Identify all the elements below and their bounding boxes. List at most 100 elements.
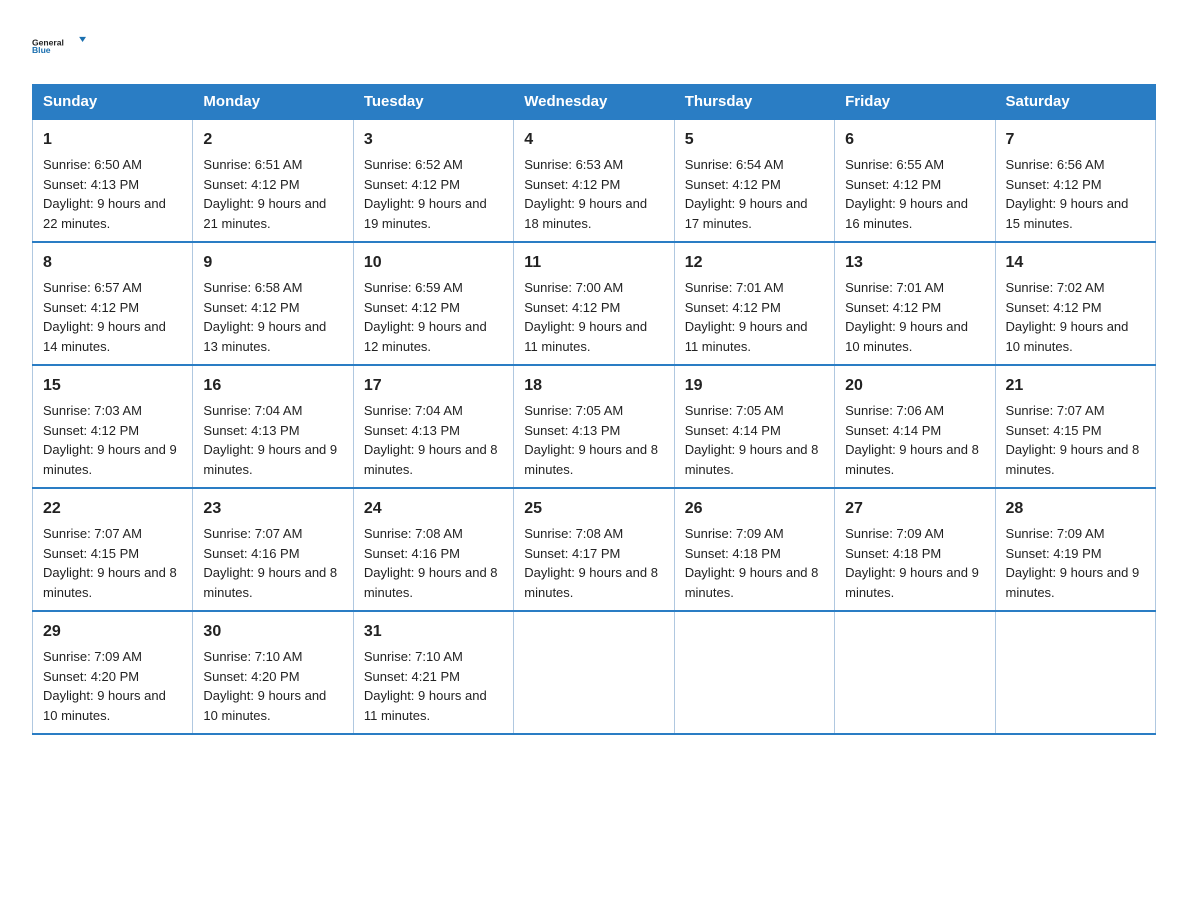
day-info: Sunrise: 7:05 AMSunset: 4:14 PMDaylight:… [685,403,819,477]
day-number: 30 [203,620,342,644]
day-number: 13 [845,251,984,275]
calendar-day-cell [835,611,995,734]
day-number: 14 [1006,251,1145,275]
day-info: Sunrise: 7:05 AMSunset: 4:13 PMDaylight:… [524,403,658,477]
calendar-day-cell: 12 Sunrise: 7:01 AMSunset: 4:12 PMDaylig… [674,242,834,365]
day-info: Sunrise: 7:09 AMSunset: 4:18 PMDaylight:… [845,526,979,600]
weekday-header-thursday: Thursday [674,85,834,120]
day-number: 4 [524,128,663,152]
weekday-header-sunday: Sunday [33,85,193,120]
calendar-day-cell [995,611,1155,734]
calendar-day-cell [674,611,834,734]
day-info: Sunrise: 7:09 AMSunset: 4:20 PMDaylight:… [43,649,166,723]
day-number: 1 [43,128,182,152]
day-number: 23 [203,497,342,521]
day-number: 5 [685,128,824,152]
day-number: 12 [685,251,824,275]
day-number: 11 [524,251,663,275]
day-number: 7 [1006,128,1145,152]
calendar-day-cell: 17 Sunrise: 7:04 AMSunset: 4:13 PMDaylig… [353,365,513,488]
calendar-header: SundayMondayTuesdayWednesdayThursdayFrid… [33,85,1156,120]
day-info: Sunrise: 7:10 AMSunset: 4:21 PMDaylight:… [364,649,487,723]
weekday-header-friday: Friday [835,85,995,120]
day-number: 29 [43,620,182,644]
day-number: 21 [1006,374,1145,398]
calendar-day-cell: 30 Sunrise: 7:10 AMSunset: 4:20 PMDaylig… [193,611,353,734]
calendar-day-cell: 23 Sunrise: 7:07 AMSunset: 4:16 PMDaylig… [193,488,353,611]
calendar-day-cell: 31 Sunrise: 7:10 AMSunset: 4:21 PMDaylig… [353,611,513,734]
calendar-day-cell: 8 Sunrise: 6:57 AMSunset: 4:12 PMDayligh… [33,242,193,365]
day-info: Sunrise: 7:08 AMSunset: 4:17 PMDaylight:… [524,526,658,600]
calendar-day-cell: 3 Sunrise: 6:52 AMSunset: 4:12 PMDayligh… [353,119,513,242]
day-info: Sunrise: 6:59 AMSunset: 4:12 PMDaylight:… [364,280,487,354]
calendar-day-cell: 25 Sunrise: 7:08 AMSunset: 4:17 PMDaylig… [514,488,674,611]
weekday-header-wednesday: Wednesday [514,85,674,120]
calendar-day-cell: 6 Sunrise: 6:55 AMSunset: 4:12 PMDayligh… [835,119,995,242]
day-number: 22 [43,497,182,521]
svg-text:Blue: Blue [32,45,51,55]
day-info: Sunrise: 7:07 AMSunset: 4:16 PMDaylight:… [203,526,337,600]
day-number: 10 [364,251,503,275]
day-number: 26 [685,497,824,521]
calendar-day-cell: 22 Sunrise: 7:07 AMSunset: 4:15 PMDaylig… [33,488,193,611]
day-info: Sunrise: 6:52 AMSunset: 4:12 PMDaylight:… [364,157,487,231]
day-info: Sunrise: 7:06 AMSunset: 4:14 PMDaylight:… [845,403,979,477]
day-info: Sunrise: 6:54 AMSunset: 4:12 PMDaylight:… [685,157,808,231]
calendar-table: SundayMondayTuesdayWednesdayThursdayFrid… [32,84,1156,735]
day-number: 17 [364,374,503,398]
calendar-body: 1 Sunrise: 6:50 AMSunset: 4:13 PMDayligh… [33,119,1156,734]
day-info: Sunrise: 6:58 AMSunset: 4:12 PMDaylight:… [203,280,326,354]
day-number: 24 [364,497,503,521]
calendar-day-cell: 4 Sunrise: 6:53 AMSunset: 4:12 PMDayligh… [514,119,674,242]
calendar-day-cell [514,611,674,734]
page-header: General Blue [32,24,1156,66]
day-info: Sunrise: 7:10 AMSunset: 4:20 PMDaylight:… [203,649,326,723]
day-info: Sunrise: 7:07 AMSunset: 4:15 PMDaylight:… [43,526,177,600]
day-info: Sunrise: 7:00 AMSunset: 4:12 PMDaylight:… [524,280,647,354]
day-info: Sunrise: 6:51 AMSunset: 4:12 PMDaylight:… [203,157,326,231]
calendar-day-cell: 13 Sunrise: 7:01 AMSunset: 4:12 PMDaylig… [835,242,995,365]
day-number: 15 [43,374,182,398]
calendar-day-cell: 9 Sunrise: 6:58 AMSunset: 4:12 PMDayligh… [193,242,353,365]
calendar-week-row: 22 Sunrise: 7:07 AMSunset: 4:15 PMDaylig… [33,488,1156,611]
day-number: 28 [1006,497,1145,521]
logo: General Blue [32,24,92,66]
day-number: 6 [845,128,984,152]
calendar-day-cell: 10 Sunrise: 6:59 AMSunset: 4:12 PMDaylig… [353,242,513,365]
day-number: 19 [685,374,824,398]
calendar-day-cell: 11 Sunrise: 7:00 AMSunset: 4:12 PMDaylig… [514,242,674,365]
day-info: Sunrise: 6:56 AMSunset: 4:12 PMDaylight:… [1006,157,1129,231]
weekday-header-saturday: Saturday [995,85,1155,120]
day-info: Sunrise: 7:09 AMSunset: 4:19 PMDaylight:… [1006,526,1140,600]
day-info: Sunrise: 7:08 AMSunset: 4:16 PMDaylight:… [364,526,498,600]
day-number: 2 [203,128,342,152]
calendar-week-row: 29 Sunrise: 7:09 AMSunset: 4:20 PMDaylig… [33,611,1156,734]
day-info: Sunrise: 7:04 AMSunset: 4:13 PMDaylight:… [203,403,337,477]
logo-svg: General Blue [32,24,92,66]
day-info: Sunrise: 6:57 AMSunset: 4:12 PMDaylight:… [43,280,166,354]
calendar-day-cell: 15 Sunrise: 7:03 AMSunset: 4:12 PMDaylig… [33,365,193,488]
weekday-header-monday: Monday [193,85,353,120]
day-number: 27 [845,497,984,521]
calendar-day-cell: 16 Sunrise: 7:04 AMSunset: 4:13 PMDaylig… [193,365,353,488]
day-number: 8 [43,251,182,275]
calendar-day-cell: 14 Sunrise: 7:02 AMSunset: 4:12 PMDaylig… [995,242,1155,365]
day-number: 31 [364,620,503,644]
day-info: Sunrise: 7:03 AMSunset: 4:12 PMDaylight:… [43,403,177,477]
calendar-day-cell: 21 Sunrise: 7:07 AMSunset: 4:15 PMDaylig… [995,365,1155,488]
day-info: Sunrise: 7:09 AMSunset: 4:18 PMDaylight:… [685,526,819,600]
calendar-day-cell: 19 Sunrise: 7:05 AMSunset: 4:14 PMDaylig… [674,365,834,488]
day-info: Sunrise: 7:01 AMSunset: 4:12 PMDaylight:… [685,280,808,354]
calendar-day-cell: 28 Sunrise: 7:09 AMSunset: 4:19 PMDaylig… [995,488,1155,611]
calendar-day-cell: 1 Sunrise: 6:50 AMSunset: 4:13 PMDayligh… [33,119,193,242]
weekday-header-tuesday: Tuesday [353,85,513,120]
day-info: Sunrise: 6:50 AMSunset: 4:13 PMDaylight:… [43,157,166,231]
day-info: Sunrise: 7:01 AMSunset: 4:12 PMDaylight:… [845,280,968,354]
calendar-day-cell: 2 Sunrise: 6:51 AMSunset: 4:12 PMDayligh… [193,119,353,242]
day-number: 20 [845,374,984,398]
calendar-week-row: 15 Sunrise: 7:03 AMSunset: 4:12 PMDaylig… [33,365,1156,488]
calendar-day-cell: 5 Sunrise: 6:54 AMSunset: 4:12 PMDayligh… [674,119,834,242]
calendar-day-cell: 18 Sunrise: 7:05 AMSunset: 4:13 PMDaylig… [514,365,674,488]
calendar-week-row: 1 Sunrise: 6:50 AMSunset: 4:13 PMDayligh… [33,119,1156,242]
day-number: 25 [524,497,663,521]
